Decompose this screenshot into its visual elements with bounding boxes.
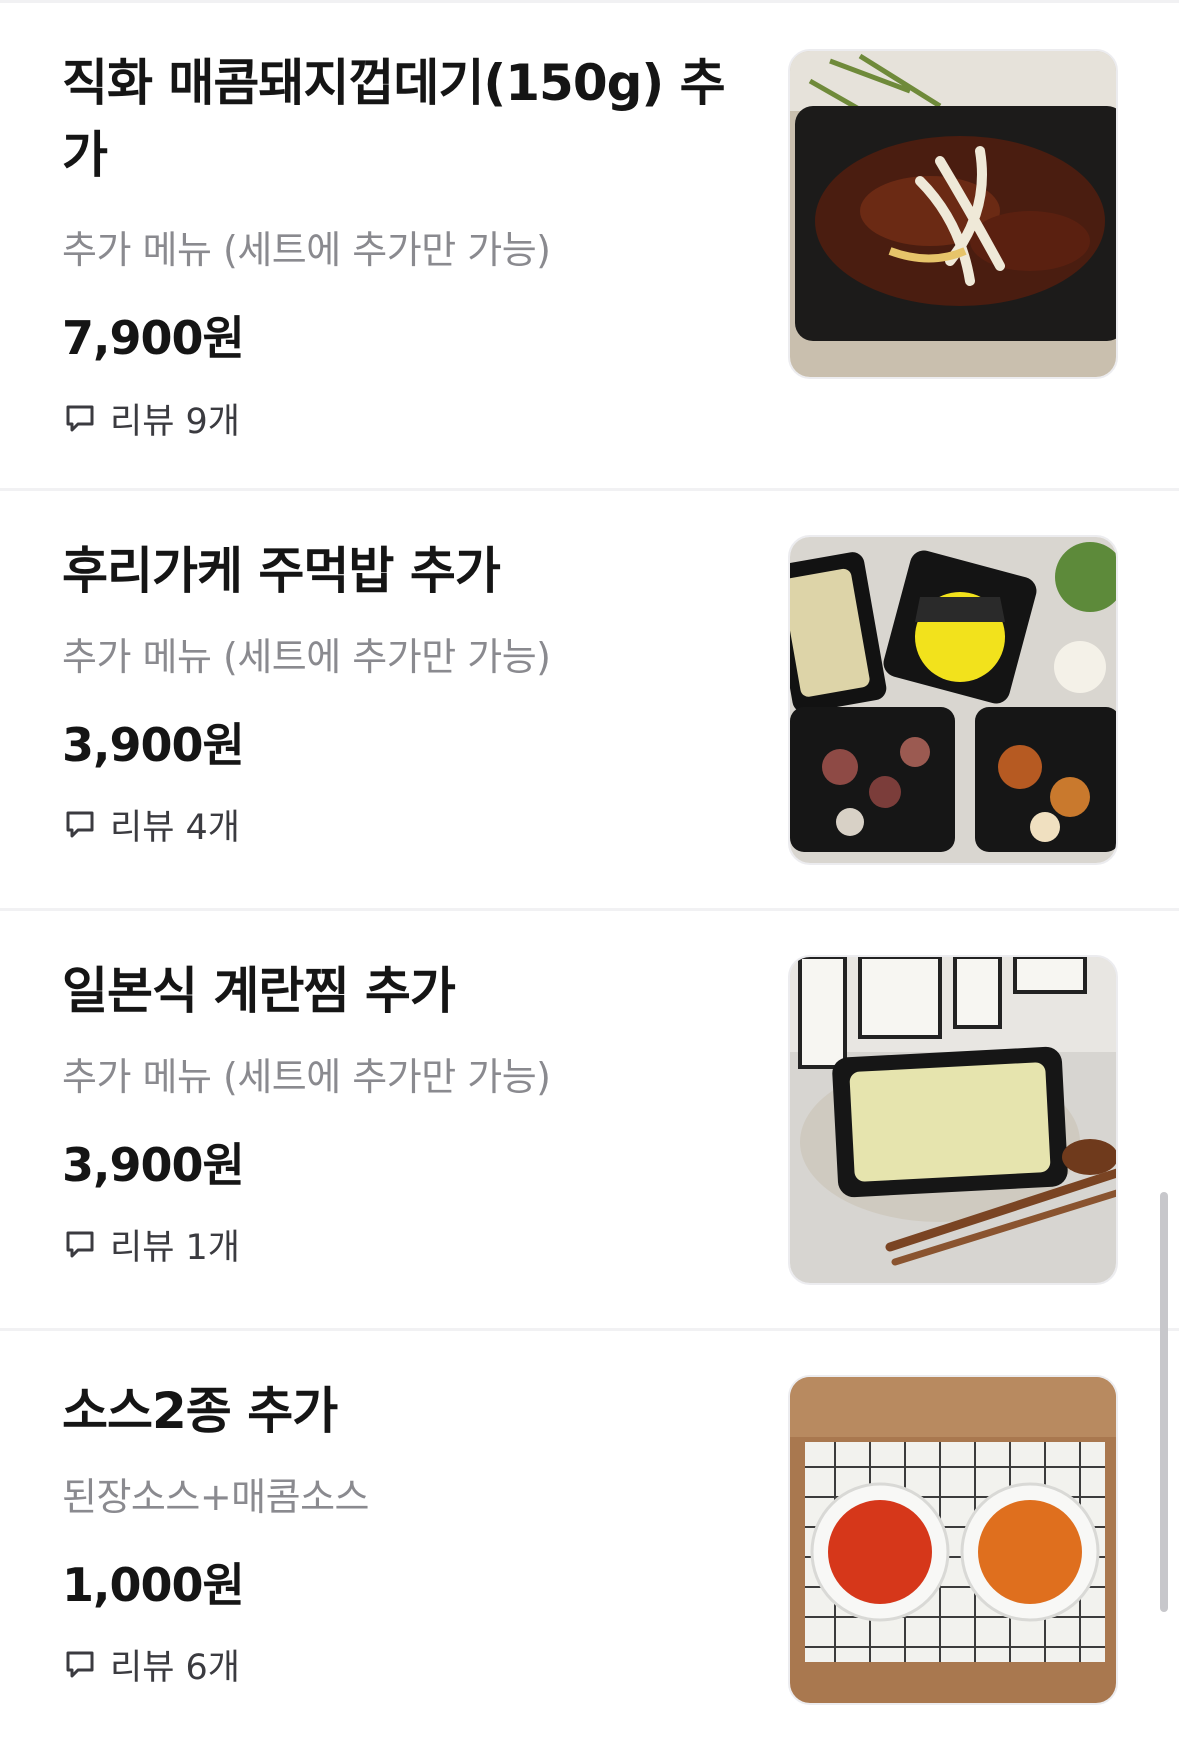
item-price: 1,000원	[62, 1558, 245, 1612]
item-description: 추가 메뉴 (세트에 추가만 가능)	[62, 228, 551, 272]
item-description: 된장소스+매콤소스	[62, 1475, 370, 1519]
item-review[interactable]: 리뷰 1개	[62, 1220, 240, 1268]
menu-item-sauces[interactable]: 소스2종 추가 된장소스+매콤소스 1,000원 리뷰 6개	[0, 1331, 1179, 1740]
menu-item-pork-skin[interactable]: 직화 매콤돼지껍데기(150g) 추가 추가 메뉴 (세트에 추가만 가능) 7…	[0, 3, 1179, 491]
menu-item-steamed-egg[interactable]: 일본식 계란찜 추가 추가 메뉴 (세트에 추가만 가능) 3,900원 리뷰 …	[0, 911, 1179, 1331]
item-image[interactable]	[788, 49, 1118, 379]
item-price: 3,900원	[62, 1138, 245, 1192]
speech-bubble-icon	[66, 811, 94, 838]
item-description: 추가 메뉴 (세트에 추가만 가능)	[62, 635, 551, 679]
item-review[interactable]: 리뷰 4개	[62, 800, 240, 848]
item-name: 후리가케 주먹밥 추가	[62, 542, 501, 600]
speech-bubble-icon	[66, 1231, 94, 1258]
item-image[interactable]	[788, 955, 1118, 1285]
item-price: 7,900원	[62, 311, 245, 365]
item-name: 일본식 계란찜 추가	[62, 962, 456, 1020]
item-price: 3,900원	[62, 718, 245, 772]
speech-bubble-icon	[66, 405, 94, 432]
item-image[interactable]	[788, 535, 1118, 865]
speech-bubble-icon	[66, 1651, 94, 1678]
item-review[interactable]: 리뷰 9개	[62, 394, 240, 442]
review-count: 리뷰 9개	[110, 401, 240, 442]
item-name: 직화 매콤돼지껍데기(150g) 추가	[62, 54, 726, 184]
item-image[interactable]	[788, 1375, 1118, 1705]
scrollbar[interactable]	[1160, 1192, 1168, 1612]
menu-item-rice-ball[interactable]: 후리가케 주먹밥 추가 추가 메뉴 (세트에 추가만 가능) 3,900원 리뷰…	[0, 491, 1179, 911]
item-name: 소스2종 추가	[62, 1382, 338, 1440]
item-description: 추가 메뉴 (세트에 추가만 가능)	[62, 1055, 551, 1099]
item-review[interactable]: 리뷰 6개	[62, 1640, 240, 1688]
review-count: 리뷰 1개	[110, 1227, 240, 1268]
review-count: 리뷰 6개	[110, 1647, 240, 1688]
review-count: 리뷰 4개	[110, 807, 240, 848]
